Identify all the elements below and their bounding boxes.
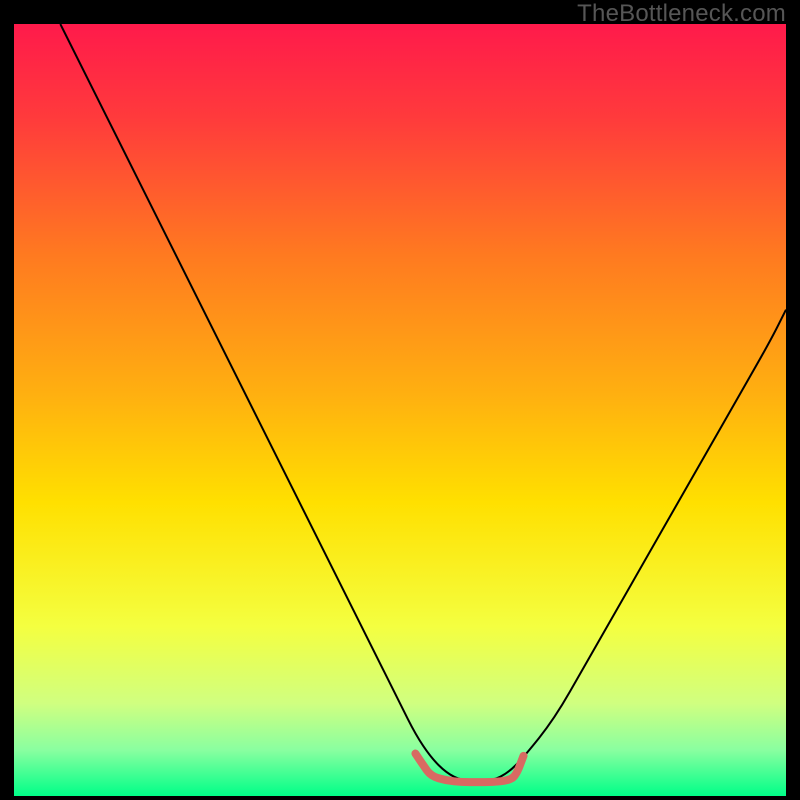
chart-frame — [14, 24, 786, 796]
gradient-background — [14, 24, 786, 796]
bottleneck-chart — [14, 24, 786, 796]
